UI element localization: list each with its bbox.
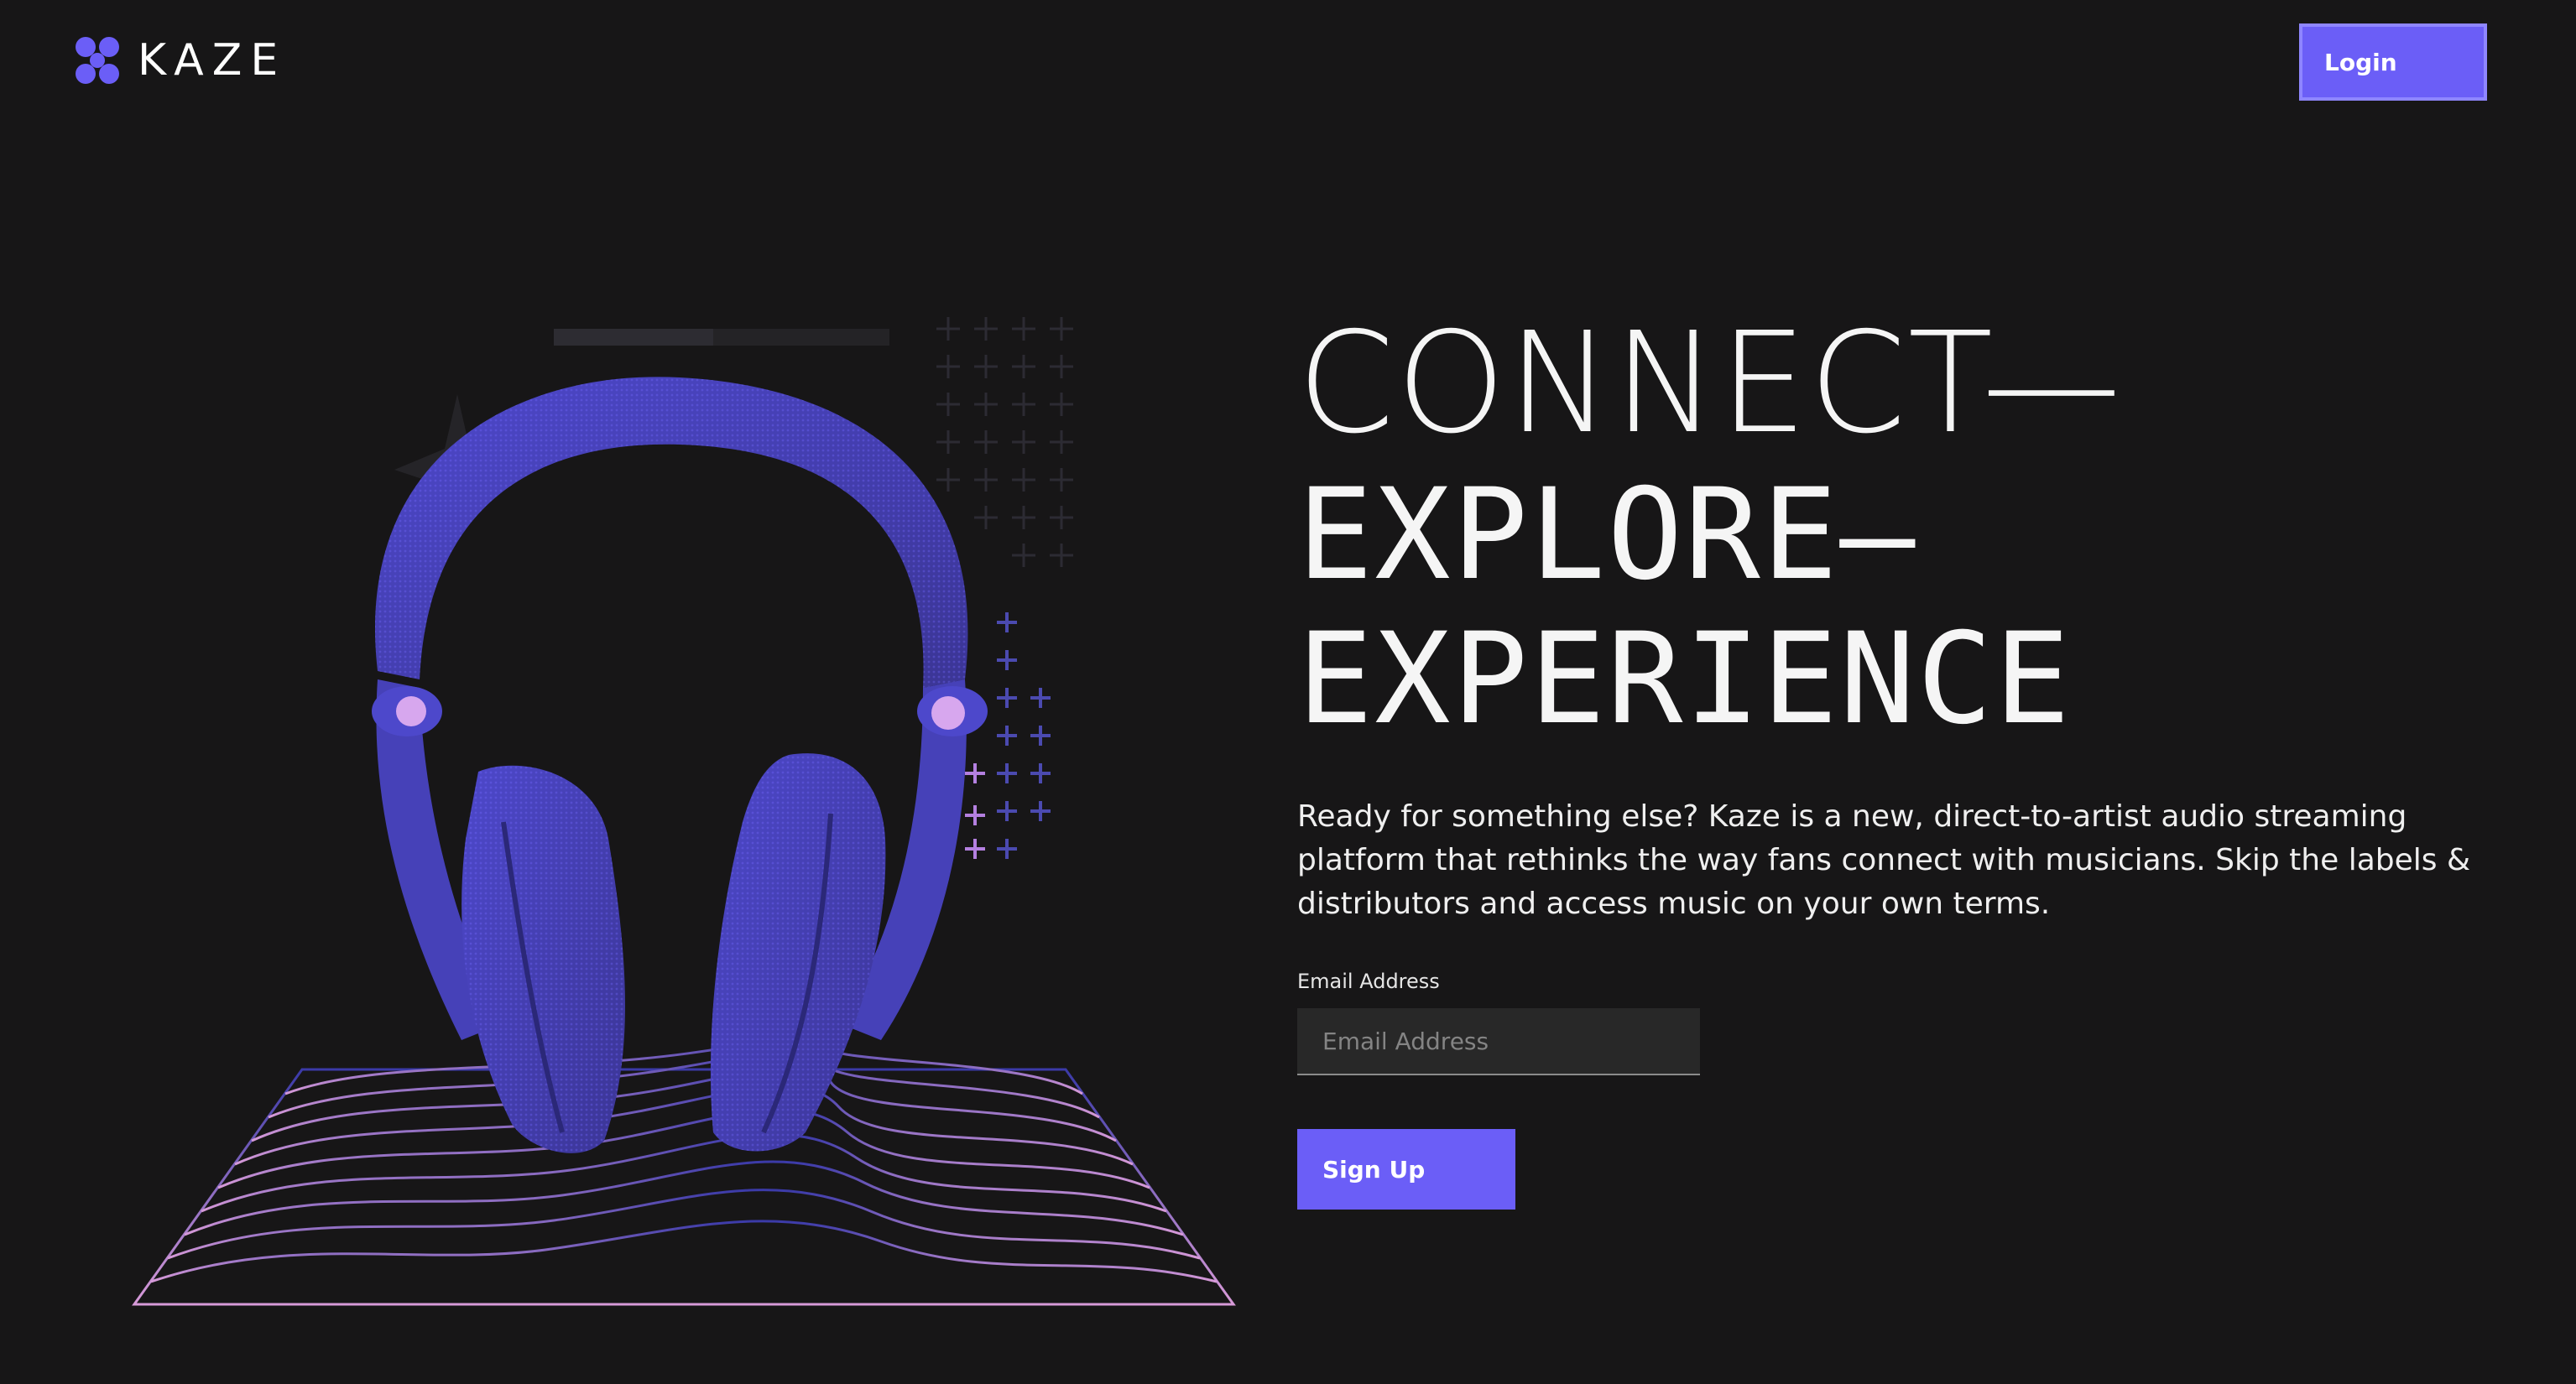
headline-line-explore: EXPLORE— xyxy=(1297,462,1917,608)
sign-up-button[interactable]: Sign Up xyxy=(1297,1129,1515,1210)
brand-name: KAZE xyxy=(138,35,287,86)
headline-line-experience: EXPERIENCE xyxy=(1297,606,2073,752)
email-input[interactable] xyxy=(1297,1008,1700,1075)
email-label: Email Address xyxy=(1297,970,1440,993)
headphones-illustration xyxy=(132,317,1236,1306)
hero-description: Ready for something else? Kaze is a new,… xyxy=(1297,799,2471,921)
kaze-logo-icon xyxy=(76,37,119,84)
brand-logo[interactable]: KAZE xyxy=(72,35,286,86)
login-button[interactable]: Login xyxy=(2299,23,2487,101)
hero-headline: CONNECT— EXPLORE— EXPERIENCE xyxy=(1297,303,2123,752)
headline-line-connect: CONNECT— xyxy=(1297,303,2123,465)
